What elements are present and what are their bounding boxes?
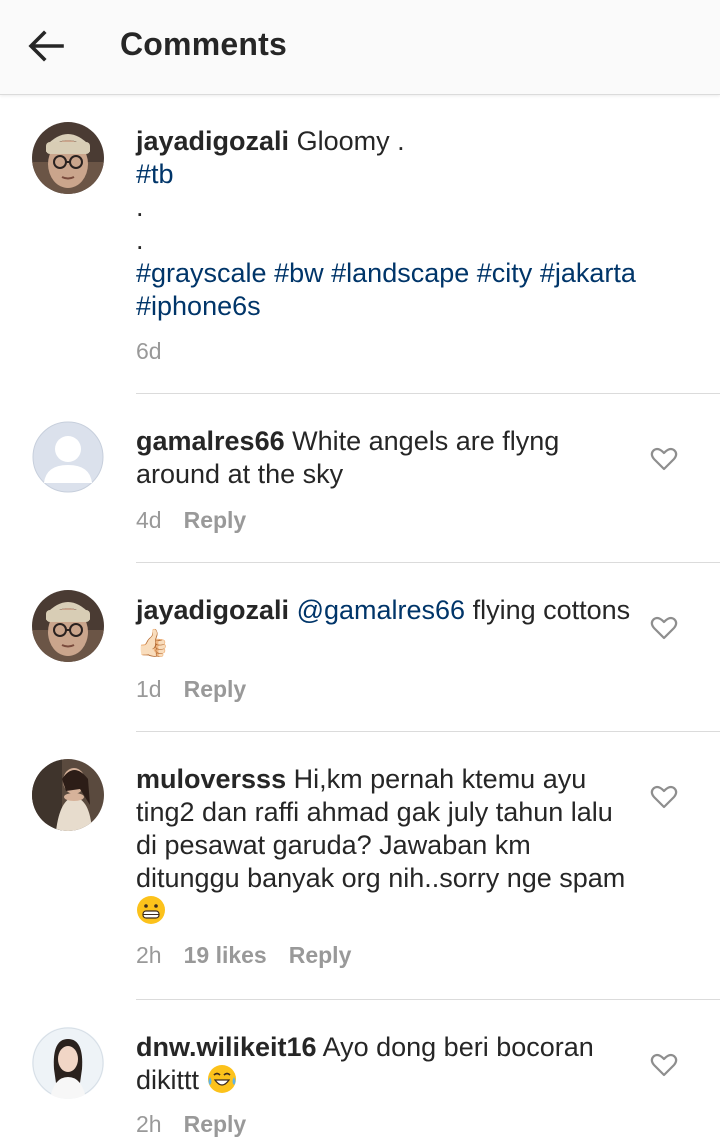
comment-trailing-emoji: 👍🏻 <box>136 628 170 658</box>
reply-button[interactable]: Reply <box>184 1111 247 1138</box>
comment-text: dnw.wilikeit16 Ayo dong beri bocoran dik… <box>136 1031 636 1097</box>
avatar-jayadigozali[interactable] <box>32 590 104 662</box>
divider <box>136 393 720 394</box>
hashtag-bw[interactable]: #bw <box>274 258 324 288</box>
comment-username[interactable]: muloversss <box>136 764 286 794</box>
hashtag-grayscale[interactable]: #grayscale <box>136 258 267 288</box>
comment-item: jayadigozali @gamalres66 flying cottons … <box>0 562 720 731</box>
heart-icon[interactable] <box>650 784 678 810</box>
arrow-left-icon <box>28 30 64 62</box>
heart-icon[interactable] <box>650 446 678 472</box>
comment-username[interactable]: gamalres66 <box>136 426 285 456</box>
comment-meta: 2h Reply <box>136 1111 246 1138</box>
caption-dot-2: . <box>136 225 144 255</box>
top-bar: Comments <box>0 0 720 95</box>
tears-of-joy-icon <box>207 1065 236 1093</box>
caption-timestamp: 6d <box>136 338 162 364</box>
hashtag-tb[interactable]: #tb <box>136 159 174 189</box>
avatar-jayadigozali[interactable] <box>32 122 104 194</box>
grinning-face-icon <box>137 896 165 924</box>
page-title: Comments <box>120 26 287 62</box>
caption-dot-1: . <box>136 192 144 222</box>
avatar-dnw-wilikeit16[interactable] <box>32 1027 104 1099</box>
default-avatar-icon <box>32 421 104 493</box>
comment-timestamp: 4d <box>136 507 162 533</box>
comment-item: gamalres66 White angels are flyng around… <box>0 393 720 562</box>
hashtag-iphone6s[interactable]: #iphone6s <box>136 291 261 321</box>
divider <box>136 731 720 732</box>
hashtag-jakarta[interactable]: #jakarta <box>540 258 636 288</box>
avatar-gamalres66[interactable] <box>32 421 104 493</box>
caption-meta: 6d <box>136 338 162 365</box>
heart-icon[interactable] <box>650 615 678 641</box>
comment-text: gamalres66 White angels are flyng around… <box>136 425 636 491</box>
comment-meta: 2h 19 likes Reply <box>136 942 351 969</box>
heart-icon[interactable] <box>650 1052 678 1078</box>
back-button[interactable] <box>22 24 72 68</box>
caption-body: Gloomy . <box>296 126 405 156</box>
comment-timestamp: 2h <box>136 1111 162 1137</box>
comment-timestamp: 2h <box>136 942 162 968</box>
divider <box>136 999 720 1000</box>
comment-item: dnw.wilikeit16 Ayo dong beri bocoran dik… <box>0 999 720 1140</box>
divider <box>136 562 720 563</box>
comment-text: jayadigozali @gamalres66 flying cottons … <box>136 594 636 660</box>
comment-body: flying cottons <box>472 595 631 625</box>
reply-button[interactable]: Reply <box>289 942 352 969</box>
caption-text: jayadigozali Gloomy . #tb . . #grayscale… <box>136 125 636 323</box>
post-caption: jayadigozali Gloomy . #tb . . #grayscale… <box>0 95 720 393</box>
comment-username[interactable]: dnw.wilikeit16 <box>136 1032 317 1062</box>
mention-link[interactable]: @gamalres66 <box>297 595 466 625</box>
caption-username[interactable]: jayadigozali <box>136 126 289 156</box>
hashtag-landscape[interactable]: #landscape <box>331 258 469 288</box>
comment-username[interactable]: jayadigozali <box>136 595 289 625</box>
comment-timestamp: 1d <box>136 676 162 702</box>
likes-count-button[interactable]: 19 likes <box>184 942 267 969</box>
avatar-muloversss[interactable] <box>32 759 104 831</box>
reply-button[interactable]: Reply <box>184 676 247 703</box>
reply-button[interactable]: Reply <box>184 507 247 534</box>
comment-text: muloversss Hi,km pernah ktemu ayu ting2 … <box>136 763 636 928</box>
comment-meta: 1d Reply <box>136 676 246 703</box>
comment-meta: 4d Reply <box>136 507 246 534</box>
hashtag-city[interactable]: #city <box>477 258 533 288</box>
comment-item: muloversss Hi,km pernah ktemu ayu ting2 … <box>0 731 720 999</box>
